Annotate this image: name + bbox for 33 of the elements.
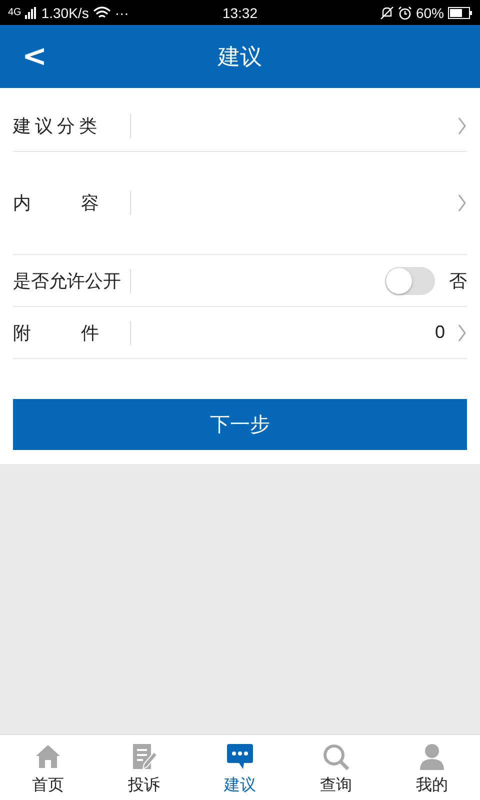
chevron-icon[interactable] (457, 194, 467, 212)
field-label: 内 容 (13, 192, 99, 215)
chevron-icon[interactable] (457, 324, 467, 342)
field-label: 附 件 (13, 322, 99, 344)
field-label: 建议分类 (13, 114, 99, 138)
toggle-value: 否 (449, 270, 467, 292)
chevron-icon[interactable] (457, 116, 467, 134)
tab-item[interactable]: 首页 (0, 735, 96, 800)
next-button[interactable]: 下一步 (13, 399, 467, 450)
clock: 13:32 (222, 4, 258, 20)
person-icon (418, 743, 446, 771)
search-icon (322, 743, 350, 771)
bell-off-icon (380, 6, 394, 20)
network-speed: 1.30K/s (41, 4, 89, 20)
page-title: 建议 (218, 44, 262, 72)
battery-icon (448, 6, 472, 18)
tab-item[interactable]: 我的 (384, 735, 480, 800)
signal-icon (25, 6, 38, 18)
field-label: 是否允许公开 (13, 270, 122, 292)
tab-item[interactable]: 投诉 (96, 735, 192, 800)
more-indicator: ··· (114, 4, 129, 20)
attachment-count: 0 (434, 322, 445, 343)
chat-bubble-icon (226, 743, 254, 771)
alarm-icon (398, 6, 412, 20)
wifi-icon (92, 6, 111, 20)
toggle-switch[interactable] (385, 266, 435, 294)
note-pencil-icon (130, 743, 158, 771)
home-icon (34, 743, 62, 771)
tab-item[interactable]: 建议 (192, 735, 288, 800)
network-label: 4G (8, 7, 22, 18)
battery-level: 60% (416, 4, 444, 20)
tab-item[interactable]: 查询 (288, 735, 384, 800)
back-button[interactable]: < (16, 39, 54, 74)
